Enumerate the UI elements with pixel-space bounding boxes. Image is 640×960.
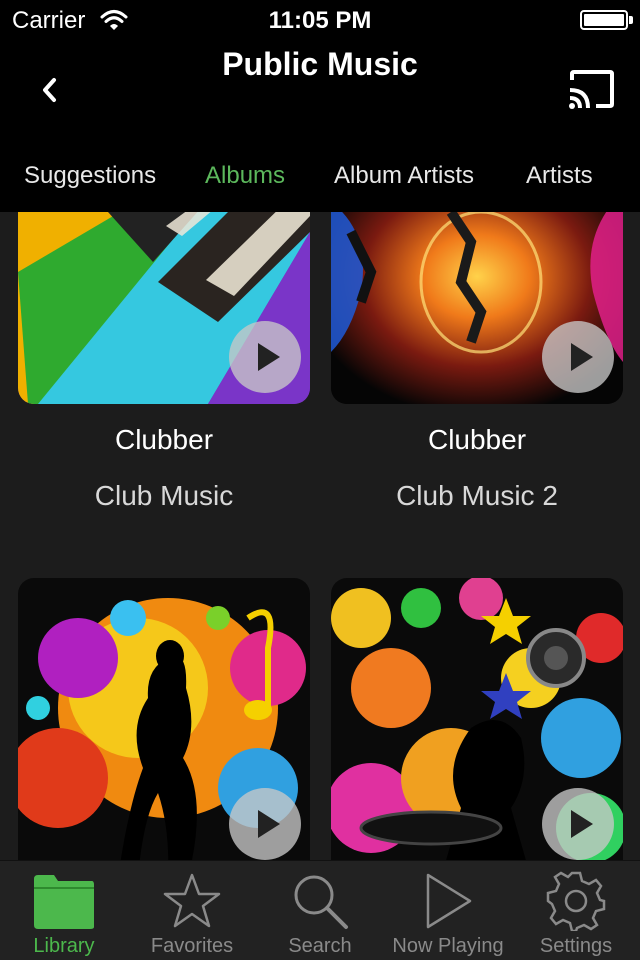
album-cover[interactable] — [331, 212, 623, 404]
tab-label: Now Playing — [392, 935, 504, 957]
folder-icon — [34, 875, 94, 929]
tab-library[interactable]: Library — [0, 861, 128, 960]
tab-suggestions[interactable]: Suggestions — [24, 162, 156, 190]
tab-label: Favorites — [150, 935, 234, 957]
tab-bar: Library Favorites Search Now Playing Set… — [0, 860, 640, 960]
status-bar: Carrier 11:05 PM — [0, 0, 640, 40]
album-title: Club Music 2 — [396, 480, 558, 511]
clock: 11:05 PM — [268, 7, 372, 34]
tab-albums[interactable]: Albums — [205, 162, 285, 190]
play-button[interactable] — [229, 788, 301, 860]
play-icon — [426, 873, 472, 929]
nav-bar: Public Music — [0, 40, 640, 128]
album-cover[interactable] — [18, 578, 310, 860]
gear-icon — [546, 871, 606, 931]
play-button[interactable] — [542, 321, 614, 393]
star-icon — [163, 873, 221, 928]
album-artist: Clubber — [114, 424, 214, 455]
album-grid[interactable]: Clubber Club Music Clubber Club Music 2 — [0, 212, 640, 860]
tab-settings[interactable]: Settings — [512, 861, 640, 960]
tab-search[interactable]: Search — [256, 861, 384, 960]
album-cover[interactable] — [331, 578, 623, 860]
tab-label: Search — [288, 935, 352, 957]
play-button[interactable] — [542, 788, 614, 860]
cast-icon — [569, 70, 614, 109]
tab-artists[interactable]: Artists — [526, 162, 593, 190]
cast-button[interactable] — [566, 68, 618, 112]
tab-label: Settings — [539, 935, 613, 957]
play-button[interactable] — [229, 321, 301, 393]
tab-now-playing[interactable]: Now Playing — [384, 861, 512, 960]
album-artist: Clubber — [427, 424, 527, 455]
tab-label: Library — [33, 935, 95, 957]
battery-icon — [580, 10, 628, 30]
tab-album-artists[interactable]: Album Artists — [334, 162, 474, 190]
search-icon — [294, 875, 348, 929]
page-title: Public Music — [222, 46, 418, 82]
album-title: Club Music — [94, 480, 234, 511]
category-tabs: Suggestions Albums Album Artists Artists — [0, 128, 640, 212]
battery-nub — [629, 16, 633, 24]
album-cover[interactable] — [18, 212, 310, 404]
tab-favorites[interactable]: Favorites — [128, 861, 256, 960]
